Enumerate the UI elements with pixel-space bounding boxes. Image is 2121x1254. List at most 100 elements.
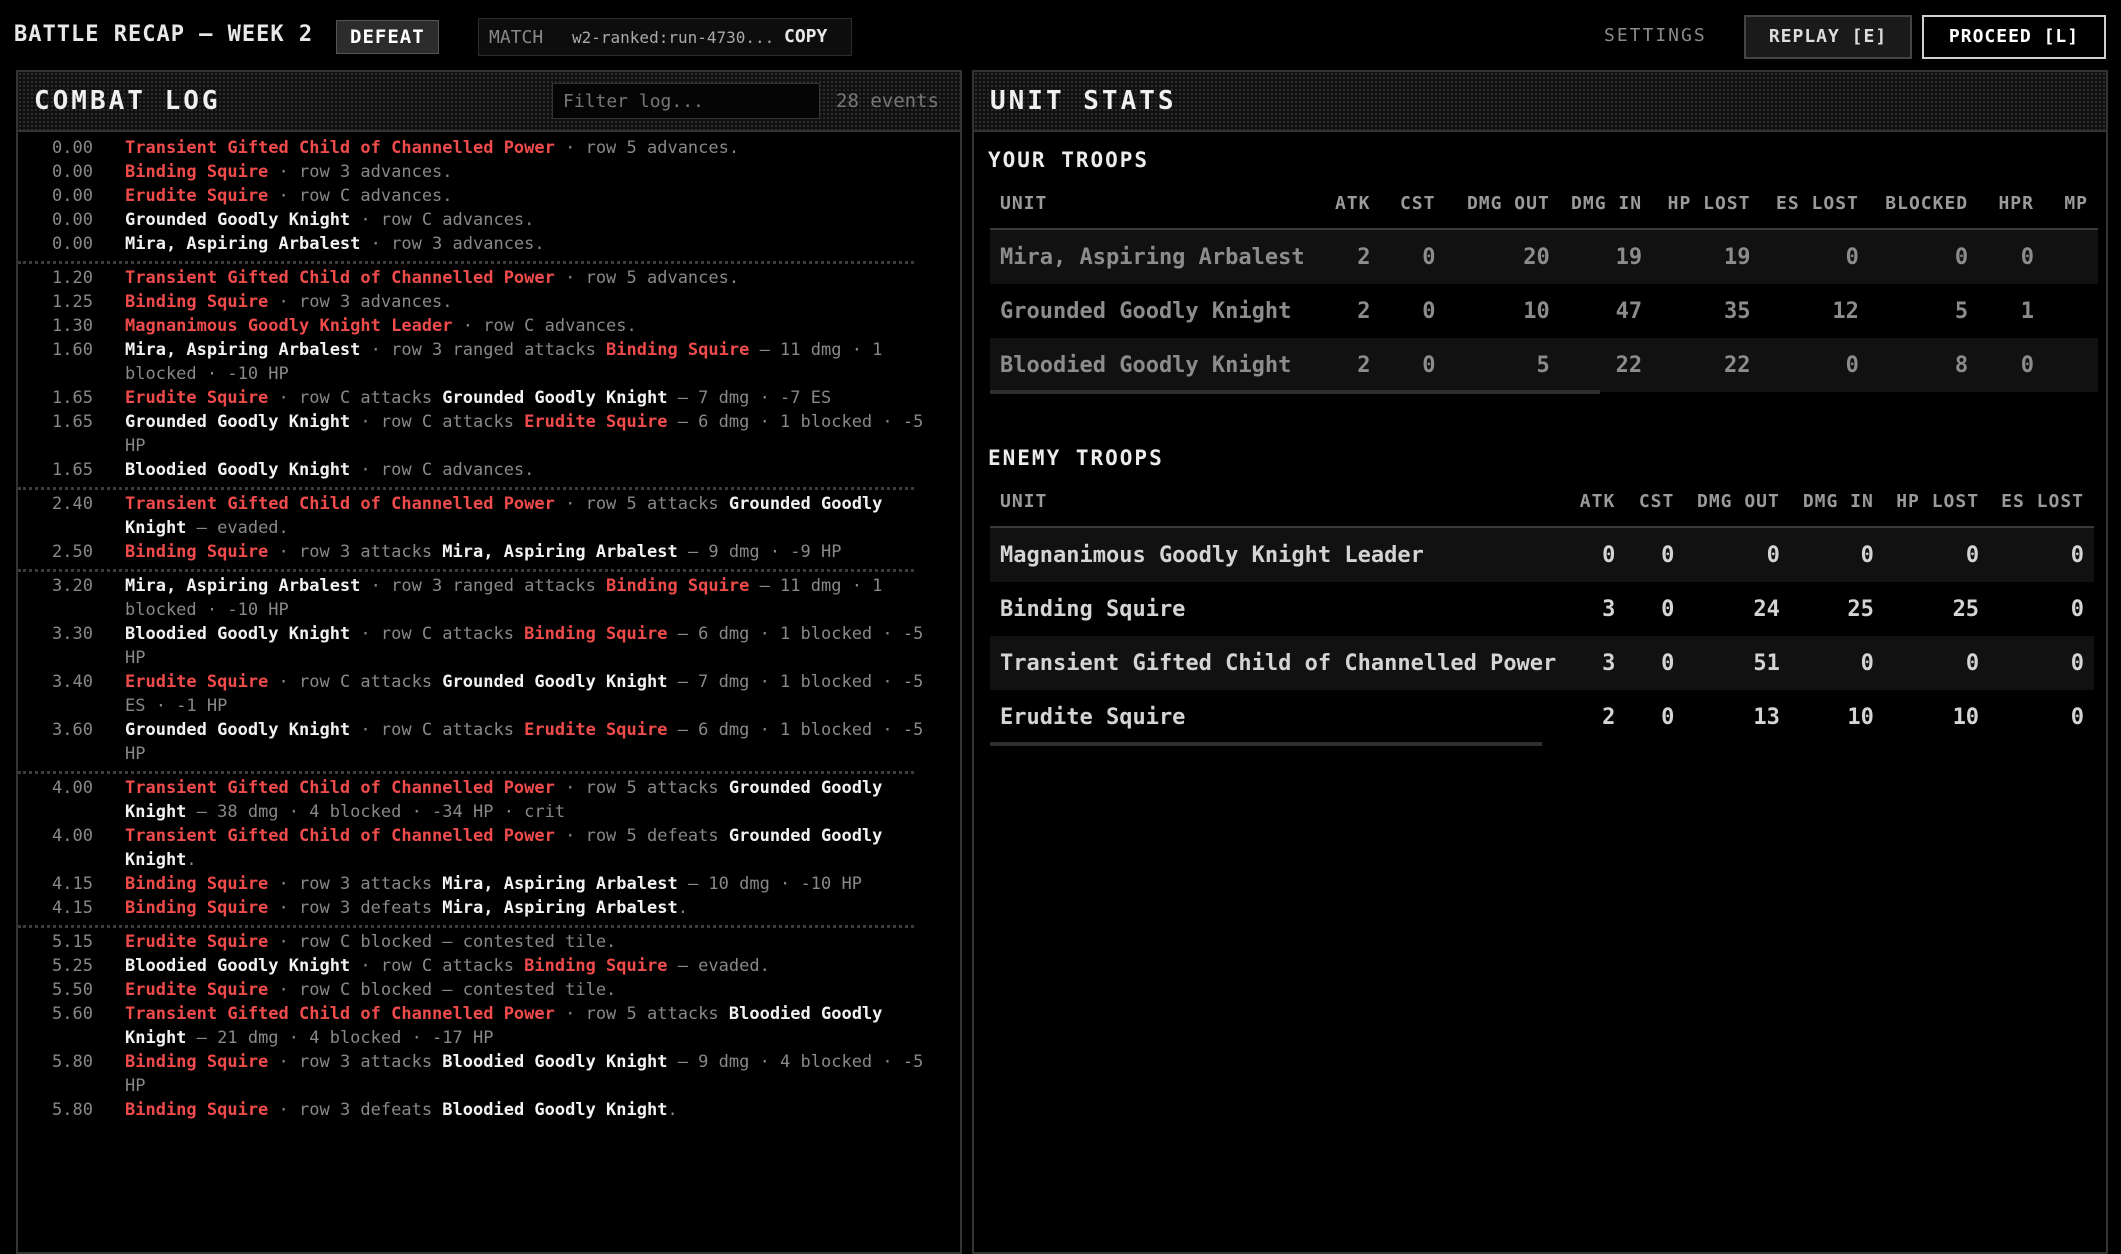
log-actor: Erudite Squire <box>125 980 269 1000</box>
your-troops-col-header[interactable]: HP LOST <box>1652 178 1761 230</box>
log-timestamp: 0.00 <box>52 186 93 206</box>
enemy-troops-row: Magnanimous Goodly Knight Leader 0 0 0 0 0 0 <box>990 527 2094 582</box>
stat-value: 0 <box>1978 229 2044 284</box>
copy-button[interactable]: COPY <box>784 26 827 47</box>
log-entry: 3.30 Bloodied Goodly Knight · row C attac… <box>18 622 960 670</box>
log-entry: 1.65 Erudite Squire · row C attacks Groun… <box>18 386 960 410</box>
log-action: · row C blocked — contested tile. <box>268 980 617 1000</box>
stat-value: 0 <box>2070 704 2084 730</box>
replay-button[interactable]: REPLAY [E] <box>1744 15 1912 59</box>
log-timestamp: 1.60 <box>52 340 93 360</box>
log-actor: Erudite Squire <box>125 932 269 952</box>
your-troops-col-header[interactable]: DMG IN <box>1559 178 1653 230</box>
log-result: — evaded. <box>667 956 770 976</box>
unit-name: Erudite Squire <box>1000 704 1186 730</box>
unit-name: Binding Squire <box>1000 596 1186 622</box>
enemy-troops-col-header[interactable]: HP LOST <box>1883 476 1990 528</box>
log-action: · row C advances. <box>350 460 535 480</box>
stat-value: 0 <box>1625 636 1685 690</box>
log-timestamp: 0.00 <box>52 234 93 254</box>
enemy-troops-scrollbar[interactable] <box>990 742 1542 746</box>
enemy-troops-col-header[interactable]: DMG IN <box>1789 476 1884 528</box>
log-timestamp: 4.15 <box>52 874 93 894</box>
your-troops-col-header[interactable]: MP <box>2043 178 2098 230</box>
log-actor: Bloodied Goodly Knight <box>125 956 351 976</box>
stat-value: 2 <box>1314 229 1381 284</box>
enemy-troops-col-header[interactable]: DMG OUT <box>1684 476 1790 528</box>
combat-log-list[interactable]: 0.00 Transient Gifted Child of Channelled… <box>18 134 960 1252</box>
stat-value: 12 <box>1832 298 1859 324</box>
log-entry: 0.00 Binding Squire · row 3 advances. <box>18 160 960 184</box>
log-timestamp: 5.15 <box>52 932 93 952</box>
log-actor: Magnanimous Goodly Knight Leader <box>125 316 453 336</box>
log-action: · row C attacks <box>350 956 525 976</box>
log-target: Mira, Aspiring Arbalest <box>442 874 678 894</box>
your-troops-col-header[interactable]: ATK <box>1314 178 1381 230</box>
stat-value: 0 <box>1868 229 1979 284</box>
stat-value: 25 <box>1847 596 1874 622</box>
stat-value: 0 <box>1661 596 1675 622</box>
your-troops-row: Bloodied Goodly Knight 2 0 5 22 22 0 8 0 <box>990 338 2098 392</box>
stat-value: 0 <box>1789 636 1884 690</box>
your-troops-col-header[interactable]: CST <box>1380 178 1446 230</box>
enemy-troops-col-header[interactable]: UNIT <box>990 476 1567 528</box>
combat-log-title: COMBAT LOG <box>34 86 221 116</box>
stat-value: 0 <box>1978 338 2044 392</box>
enemy-troops-col-header[interactable]: CST <box>1625 476 1685 528</box>
log-entry: 3.60 Grounded Goodly Knight · row C attac… <box>18 718 960 766</box>
log-entry: 1.30 Magnanimous Goodly Knight Leader · r… <box>18 314 960 338</box>
settings-button[interactable]: SETTINGS <box>1604 25 1707 46</box>
unit-stats-panel: UNIT STATS YOUR TROOPS UNIT ATK CST DMG OUT… <box>972 70 2108 1254</box>
log-actor: Binding Squire <box>125 1100 269 1120</box>
your-troops-row: Grounded Goodly Knight 2 0 10 47 35 12 5 1 <box>990 284 2098 338</box>
your-troops-col-header[interactable]: BLOCKED <box>1868 178 1979 230</box>
log-actor: Mira, Aspiring Arbalest <box>125 576 361 596</box>
log-timestamp: 3.30 <box>52 624 93 644</box>
log-result: — 10 dmg · -10 HP <box>677 874 862 894</box>
your-troops-col-header[interactable]: ES LOST <box>1760 178 1869 230</box>
log-actor: Grounded Goodly Knight <box>125 210 351 230</box>
stat-value: 3 <box>1602 596 1616 622</box>
log-entry: 4.00 Transient Gifted Child of Channelled… <box>18 824 960 872</box>
stat-value: 2 <box>1602 704 1616 730</box>
log-group: 3.20 Mira, Aspiring Arbalest · row 3 rang… <box>18 572 923 774</box>
log-target: Binding Squire <box>606 576 750 596</box>
unit-stats-title: UNIT STATS <box>990 86 1177 116</box>
stat-value: 22 <box>1559 338 1653 392</box>
log-entry: 1.65 Bloodied Goodly Knight · row C advan… <box>18 458 960 482</box>
log-group: 1.20 Transient Gifted Child of Channelled… <box>18 264 923 490</box>
log-target: Binding Squire <box>606 340 750 360</box>
enemy-troops-col-header[interactable]: ES LOST <box>1989 476 2094 528</box>
log-timestamp: 1.65 <box>52 412 93 432</box>
log-entry: 0.00 Transient Gifted Child of Channelled… <box>18 136 960 160</box>
log-timestamp: 0.00 <box>52 138 93 158</box>
top-bar: BATTLE RECAP — WEEK 2 DEFEAT MATCH w2-ra… <box>0 0 2121 72</box>
enemy-troops-col-header[interactable]: ATK <box>1566 476 1626 528</box>
log-filter-input[interactable] <box>552 83 820 119</box>
log-action: · row 5 defeats <box>554 826 729 846</box>
log-action: · row 3 defeats <box>268 898 443 918</box>
log-result: . <box>186 850 197 870</box>
log-action: · row C advances. <box>350 210 535 230</box>
log-entry: 1.60 Mira, Aspiring Arbalest · row 3 rang… <box>18 338 960 386</box>
log-timestamp: 5.80 <box>52 1100 93 1120</box>
log-actor: Transient Gifted Child of Channelled Pow… <box>125 494 555 514</box>
log-actor: Binding Squire <box>125 162 269 182</box>
log-action: · row 3 advances. <box>268 292 453 312</box>
stat-value: 5 <box>1445 338 1560 392</box>
log-timestamp: 3.60 <box>52 720 93 740</box>
log-actor: Binding Squire <box>125 898 269 918</box>
your-troops-row: Mira, Aspiring Arbalest 2 0 20 19 19 0 0 0 <box>990 229 2098 284</box>
stat-value: 0 <box>1380 338 1446 392</box>
your-troops-scrollbar[interactable] <box>990 390 1600 394</box>
your-troops-col-header[interactable]: HPR <box>1978 178 2044 230</box>
stat-value: 13 <box>1753 704 1780 730</box>
your-troops-col-header[interactable]: DMG OUT <box>1445 178 1560 230</box>
proceed-button[interactable]: PROCEED [L] <box>1922 15 2106 59</box>
log-target: Grounded Goodly Knight <box>442 672 668 692</box>
log-timestamp: 2.40 <box>52 494 93 514</box>
your-troops-col-header[interactable]: UNIT <box>990 178 1315 230</box>
log-actor: Bloodied Goodly Knight <box>125 460 351 480</box>
log-result: . <box>667 1100 678 1120</box>
stat-value <box>2043 338 2098 392</box>
